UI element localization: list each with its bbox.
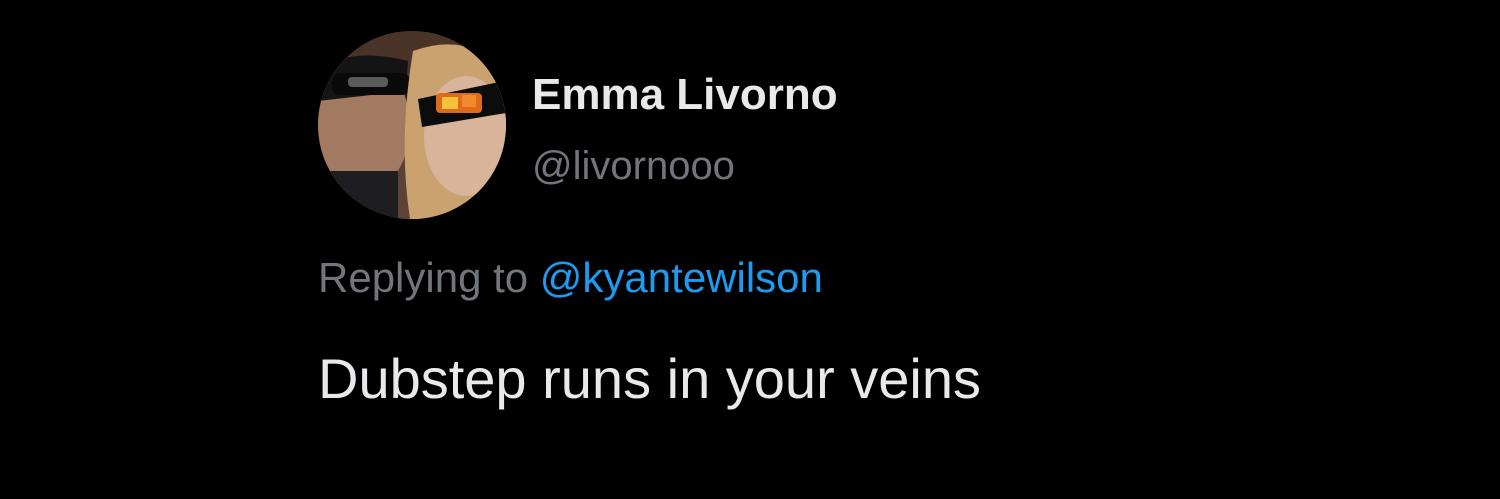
author-handle[interactable]: @livornooo (532, 144, 735, 189)
replying-to-prefix: Replying to (318, 254, 529, 301)
profile-photo-icon (318, 31, 506, 219)
reply-mention-link[interactable]: @kyantewilson (540, 254, 823, 301)
tweet-text: Dubstep runs in your veins (318, 347, 982, 410)
replying-to-line: Replying to @kyantewilson (318, 254, 823, 302)
tweet-card: Emma Livorno @livornooo Replying to @kya… (318, 30, 1318, 450)
author-avatar[interactable] (318, 31, 506, 219)
author-display-name[interactable]: Emma Livorno (532, 70, 838, 120)
